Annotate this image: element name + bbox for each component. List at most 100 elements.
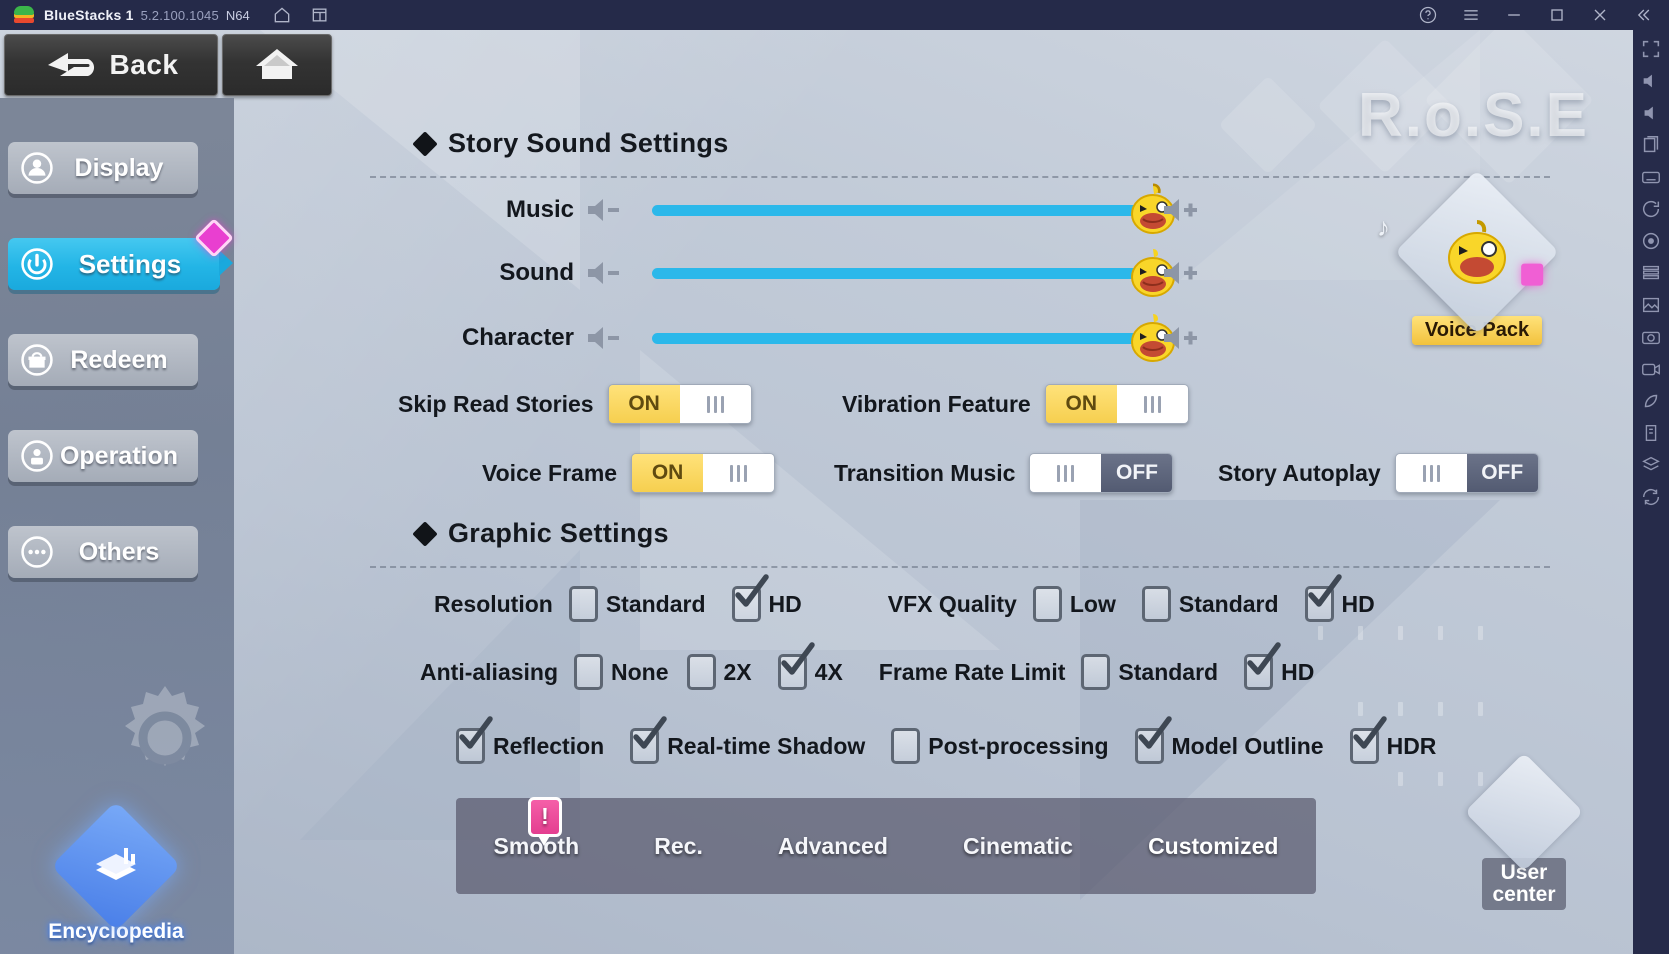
toggle-label: Voice Frame [482,459,618,486]
preset-customized[interactable]: Customized [1111,818,1316,895]
option-group-frame-rate-limit: Frame Rate Limit Standard HD [879,642,1341,690]
home-icon[interactable] [272,5,292,25]
eco-mode-icon[interactable] [1640,390,1662,412]
copy-paste-icon[interactable] [1640,134,1662,156]
checkbox-label: 2X [723,658,752,685]
slider-track-character[interactable] [652,313,1175,362]
grip-icon [730,464,748,482]
script-icon[interactable] [1640,422,1662,444]
gallery-icon[interactable] [1640,294,1662,316]
toggle-state-text: OFF [1481,461,1524,484]
toggle-skip-read-stories[interactable]: ON [607,384,752,424]
close-icon[interactable] [1590,5,1610,25]
rotate-icon[interactable] [1640,198,1662,220]
checkbox-resolution-standard[interactable]: Standard [568,586,706,622]
checkmark-icon [1247,642,1281,675]
home-button[interactable] [222,34,332,96]
active-notch-decor [219,250,233,276]
refresh-icon[interactable] [1640,486,1662,508]
checkbox-label: Standard [1178,590,1279,617]
keyboard-icon[interactable] [1640,166,1662,188]
slider-fill [652,267,1152,279]
checkmark-icon [1352,716,1387,749]
sidebar-item-redeem[interactable]: Redeem [8,334,198,386]
maximize-icon[interactable] [1547,5,1567,25]
volume-minus-icon[interactable] [586,259,626,287]
volume-down-icon[interactable] [1640,102,1662,124]
sidebar-item-display[interactable]: Display [8,142,198,194]
volume-plus-icon[interactable] [1162,196,1202,224]
sidebar-item-operation[interactable]: Operation [8,430,198,482]
checkbox-post-processing[interactable]: Post-processing [891,728,1109,764]
checkbox-vfx-standard[interactable]: Standard [1141,586,1279,622]
checkbox-hdr[interactable]: HDR [1349,716,1437,764]
preset-cinematic[interactable]: Cinematic [925,833,1110,860]
preset-smooth[interactable]: ! Smooth [456,796,617,860]
toggle-transition-music[interactable]: OFF [1029,453,1174,493]
section-divider [370,566,1550,568]
checkbox-reflection[interactable]: Reflection [456,716,604,764]
toggle-story-autoplay[interactable]: OFF [1394,453,1539,493]
checkbox-vfx-low[interactable]: Low [1032,586,1116,622]
help-icon[interactable] [1418,5,1438,25]
preset-label: Advanced [777,832,888,859]
menu-icon[interactable] [1461,5,1481,25]
volume-minus-icon[interactable] [586,324,626,352]
volume-plus-icon[interactable] [1162,324,1202,352]
preset-rec[interactable]: Rec. [617,833,741,860]
minimize-icon[interactable] [1504,5,1524,25]
back-button[interactable]: Back [4,34,218,96]
app-version: 5.2.100.1045 [140,7,219,23]
checkbox-model-outline[interactable]: Model Outline [1134,716,1324,764]
graphic-section-header: Graphic Settings [412,518,669,549]
bluestacks-logo-icon [14,6,34,24]
voice-pack-button[interactable]: ♪ Voice Pack [1377,169,1567,345]
preset-advanced[interactable]: Advanced [740,833,925,860]
checkmark-icon [780,642,815,675]
collapse-icon[interactable] [1633,5,1653,25]
screenshot-icon[interactable] [1640,326,1662,348]
titlebar: BlueStacks 1 5.2.100.1045 N64 [0,0,1669,30]
checkbox-box [777,642,815,690]
checkbox-box [456,716,493,764]
fullscreen-icon[interactable] [1640,38,1662,60]
checkbox-vfx-hd[interactable]: HD [1304,574,1375,622]
grip-icon [1422,464,1440,482]
location-icon[interactable] [1640,230,1662,252]
checkbox-frl-standard[interactable]: Standard [1081,654,1218,690]
diamond-bullet-icon [412,520,438,547]
option-group-vfx-quality: VFX Quality Low Standard HD [888,574,1401,622]
checkbox-box [891,728,921,764]
sidebar-item-settings[interactable]: Settings [8,218,234,290]
sidebar-item-others[interactable]: Others [8,526,198,578]
multi-instance-icon[interactable] [310,5,330,25]
checkmark-icon [734,574,769,607]
slider-track-music[interactable] [652,183,1175,234]
volume-plus-icon[interactable] [1162,259,1202,287]
checkbox-label: HDR [1386,732,1437,759]
layers-icon[interactable] [1640,454,1662,476]
checkbox-box [1134,716,1172,764]
macro-icon[interactable] [1640,262,1662,284]
toggle-voice-frame[interactable]: ON [631,453,776,493]
checkbox-aa-2x[interactable]: 2X [686,654,752,690]
volume-minus-icon[interactable] [586,196,626,224]
toggle-handle [1030,454,1102,492]
story-sound-section-header: Story Sound Settings [412,128,729,159]
slider-track-sound[interactable] [652,248,1175,297]
preset-label: Cinematic [963,832,1073,859]
record-icon[interactable] [1640,358,1662,380]
encyclopedia-button[interactable]: Encyclopedia [46,800,186,944]
checkbox-resolution-hd[interactable]: HD [731,574,802,622]
volume-up-icon[interactable] [1640,70,1662,92]
user-center-button[interactable]: User center [1449,752,1599,910]
duck-voice-icon [1448,220,1506,284]
checkbox-frl-hd[interactable]: HD [1244,642,1314,690]
checkbox-label: Standard [1118,658,1219,685]
checkbox-real-time-shadow[interactable]: Real-time Shadow [630,716,866,764]
gear-decor-icon [125,686,205,766]
checkbox-aa-4x[interactable]: 4X [777,642,843,690]
checkbox-aa-none[interactable]: None [574,654,669,690]
checkbox-label: Real-time Shadow [667,732,866,759]
toggle-vibration-feature[interactable]: ON [1044,384,1189,424]
